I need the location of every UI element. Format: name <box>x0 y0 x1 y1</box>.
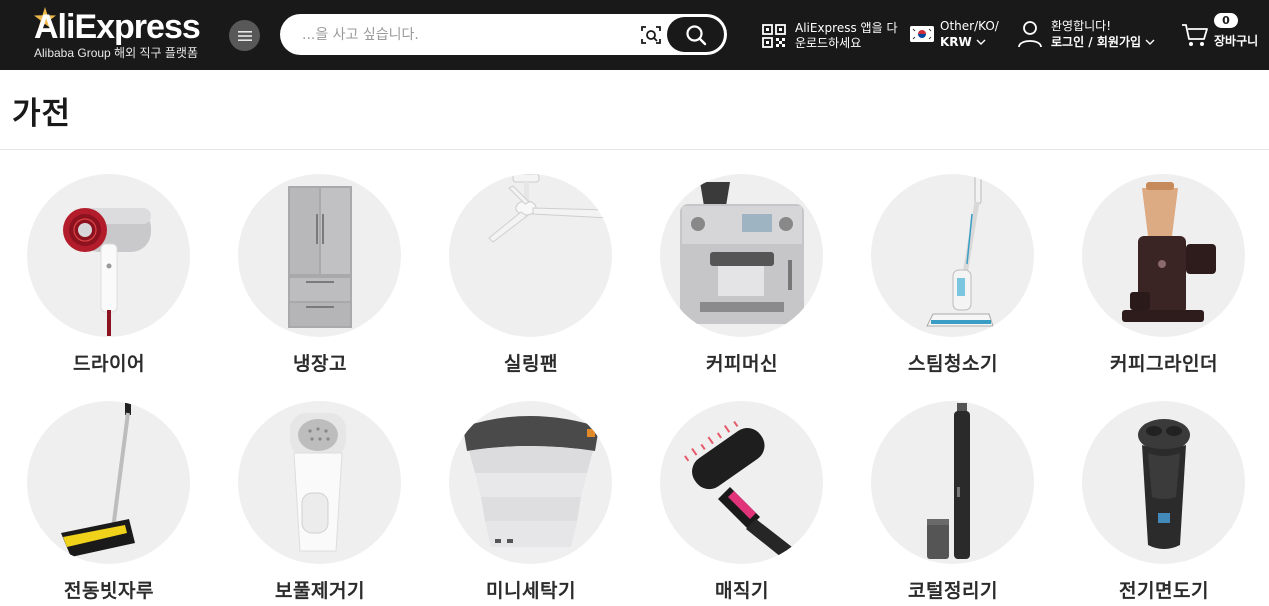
hot-air-brush-icon <box>684 420 810 564</box>
category-card-lint-remover[interactable]: 보풀제거기 <box>222 377 422 603</box>
account-text: 환영합니다! 로그인 / 회원가입 <box>1051 18 1155 51</box>
welcome-text: 환영합니다! <box>1051 18 1112 33</box>
category-label: 드라이어 <box>73 353 145 375</box>
refrigerator-icon <box>288 186 352 328</box>
electric-broom-icon <box>61 403 135 557</box>
category-label: 보풀제거기 <box>275 580 365 602</box>
nose-trimmer-icon <box>927 403 970 559</box>
category-label: 전기면도기 <box>1119 580 1209 602</box>
login-signup-text: 로그인 / 회원가입 <box>1051 34 1142 49</box>
cart-count-badge: 0 <box>1214 13 1238 28</box>
category-image <box>1082 401 1245 564</box>
category-label: 전동빗자루 <box>64 580 154 602</box>
category-image <box>660 174 823 337</box>
category-card-mini-washer[interactable]: 미니세탁기 <box>433 377 633 603</box>
category-image <box>660 401 823 564</box>
search-bar <box>280 14 727 55</box>
category-card-nose-trimmer[interactable]: 코털정리기 <box>855 377 1055 603</box>
search-icon <box>685 24 706 45</box>
page-title: 가전 <box>12 96 72 132</box>
user-icon <box>1018 21 1042 48</box>
locale-line1: Other/KO/ <box>940 18 999 33</box>
category-card-espresso-machine[interactable]: 커피머신 <box>644 150 844 376</box>
category-card-refrigerator[interactable]: 냉장고 <box>222 150 422 376</box>
category-menu-button[interactable] <box>229 20 260 51</box>
category-image <box>27 174 190 337</box>
category-label: 스팀청소기 <box>908 353 998 375</box>
category-label: 커피그라인더 <box>1110 353 1218 375</box>
korea-flag-icon <box>910 26 934 42</box>
locale-currency-selector[interactable]: Other/KO/ KRW <box>910 14 999 54</box>
logo-wordmark: AliExpress <box>34 8 201 46</box>
chevron-down-icon <box>1145 34 1155 50</box>
category-card-steam-mop[interactable]: 스팀청소기 <box>855 150 1055 376</box>
cart-label: 장바구니 <box>1214 34 1259 48</box>
app-download-line2: 운로드하세요 <box>795 36 862 50</box>
logo-tagline: Alibaba Group 해외 직구 플랫폼 <box>34 46 198 60</box>
category-image <box>1082 174 1245 337</box>
category-image <box>871 174 1034 337</box>
top-header: AliExpress Alibaba Group 해외 직구 플랫폼 ...을 … <box>0 0 1269 70</box>
category-label: 실링팬 <box>504 353 558 375</box>
search-button[interactable] <box>667 17 724 52</box>
category-image <box>871 401 1034 564</box>
app-download-text: AliExpress 앱을 다 운로드하세요 <box>795 21 899 51</box>
category-image <box>238 174 401 337</box>
mini-washer-icon <box>463 416 599 547</box>
chevron-down-icon <box>976 34 986 50</box>
category-label: 매직기 <box>715 580 769 602</box>
espresso-machine-icon <box>680 182 804 324</box>
category-card-electric-broom[interactable]: 전동빗자루 <box>11 377 211 603</box>
category-card-coffee-grinder[interactable]: 커피그라인더 <box>1066 150 1266 376</box>
category-image <box>238 401 401 564</box>
account-menu[interactable]: 환영합니다! 로그인 / 회원가입 <box>1017 12 1155 56</box>
category-label: 커피머신 <box>706 353 778 375</box>
category-image <box>27 401 190 564</box>
scan-camera-icon <box>641 26 661 44</box>
ceiling-fan-icon <box>488 174 610 243</box>
category-image <box>449 401 612 564</box>
app-download-line1: AliExpress 앱을 다 <box>795 21 898 35</box>
category-label: 냉장고 <box>293 353 347 375</box>
category-card-electric-shaver[interactable]: 전기면도기 <box>1066 377 1266 603</box>
qr-code-icon <box>762 24 786 48</box>
hair-dryer-icon <box>63 208 151 336</box>
cart-button[interactable]: 0 장바구니 <box>1180 10 1266 60</box>
locale-text: Other/KO/ KRW <box>940 18 999 51</box>
app-download-link[interactable]: AliExpress 앱을 다 운로드하세요 <box>761 14 899 58</box>
hamburger-icon <box>237 30 252 41</box>
aliexpress-logo[interactable]: AliExpress Alibaba Group 해외 직구 플랫폼 <box>32 6 212 62</box>
image-search-button[interactable] <box>638 22 664 48</box>
lint-remover-icon <box>290 413 346 552</box>
search-input[interactable] <box>302 14 632 55</box>
electric-shaver-icon <box>1138 419 1190 549</box>
currency-code: KRW <box>940 34 972 49</box>
category-image <box>449 174 612 337</box>
steam-mop-icon <box>926 174 994 327</box>
category-grid: 드라이어 냉장고 실링팬 커피머신 스팀청소기 커피그라인더 전동빗자루 보풀제… <box>0 150 1269 606</box>
category-card-ceiling-fan[interactable]: 실링팬 <box>433 150 633 376</box>
coffee-grinder-icon <box>1122 182 1216 322</box>
category-card-hot-air-brush[interactable]: 매직기 <box>644 377 844 603</box>
category-label: 미니세탁기 <box>486 580 576 602</box>
category-label: 코털정리기 <box>908 580 998 602</box>
category-card-hair-dryer[interactable]: 드라이어 <box>11 150 211 376</box>
shopping-cart-icon <box>1182 24 1208 46</box>
